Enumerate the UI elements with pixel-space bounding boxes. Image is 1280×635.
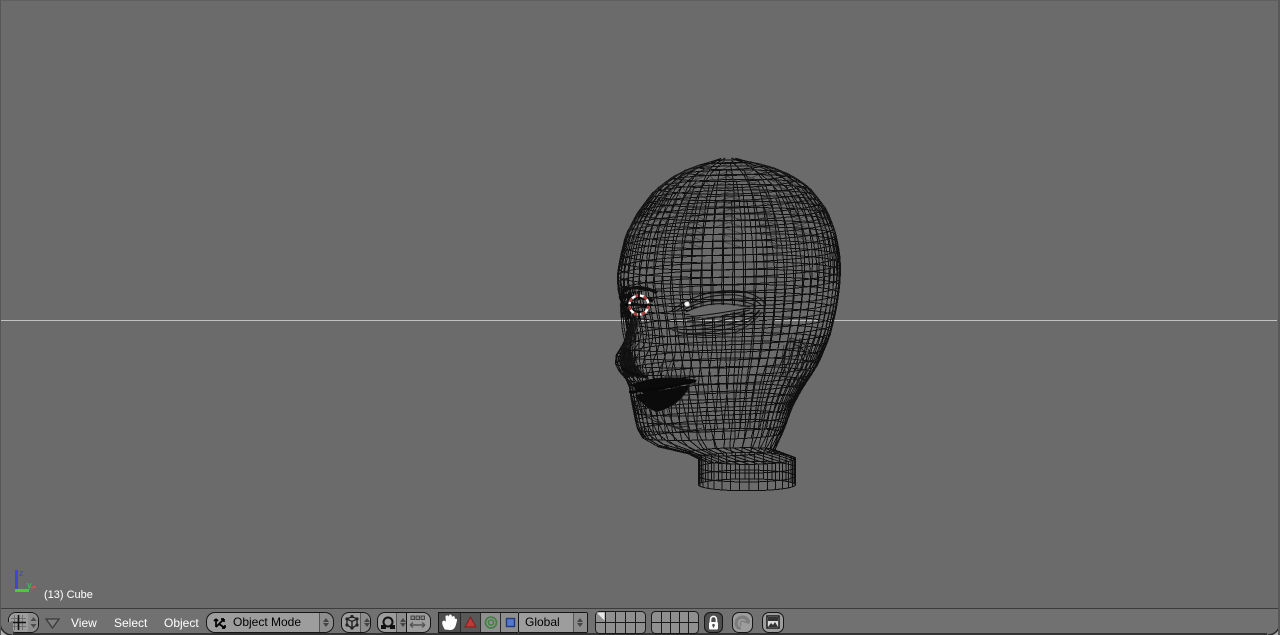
svg-text:(13) Cube: (13) Cube: [44, 589, 93, 601]
svg-text:z: z: [19, 568, 24, 578]
